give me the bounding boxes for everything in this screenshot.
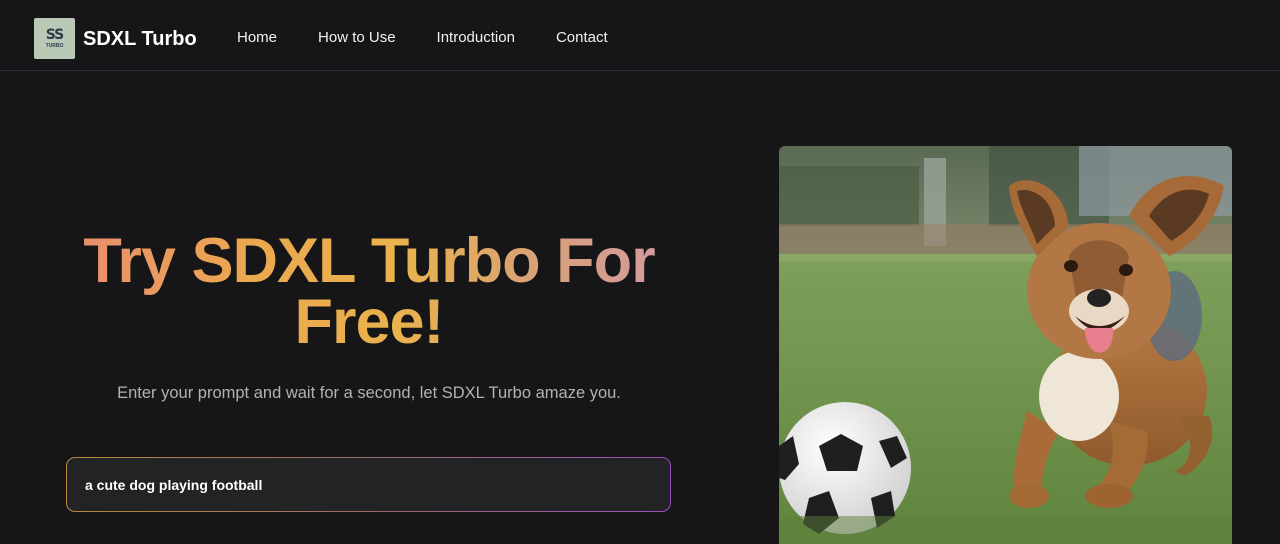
prompt-input-frame [66,457,671,512]
logo-subtext: TURBO [45,43,64,49]
nav-link-introduction[interactable]: Introduction [437,29,515,47]
nav-link-contact[interactable]: Contact [556,29,608,47]
nav-links: Home How to Use Introduction Contact [237,29,649,47]
prompt-input[interactable] [67,458,670,511]
nav-link-home[interactable]: Home [237,29,277,47]
hero-subtitle: Enter your prompt and wait for a second,… [117,384,621,402]
hero-title: Try SDXL Turbo For Free! [66,230,672,354]
nav-link-how-to-use[interactable]: How to Use [318,29,396,47]
sdxl-turbo-logo-icon[interactable]: SS TURBO [34,18,75,59]
top-navbar: SS TURBO SDXL Turbo Home How to Use Intr… [0,0,1280,71]
generated-image [779,146,1232,544]
logo-mark: SS [45,27,65,43]
brand-name[interactable]: SDXL Turbo [83,27,197,51]
dog-football-illustration [779,146,1232,544]
